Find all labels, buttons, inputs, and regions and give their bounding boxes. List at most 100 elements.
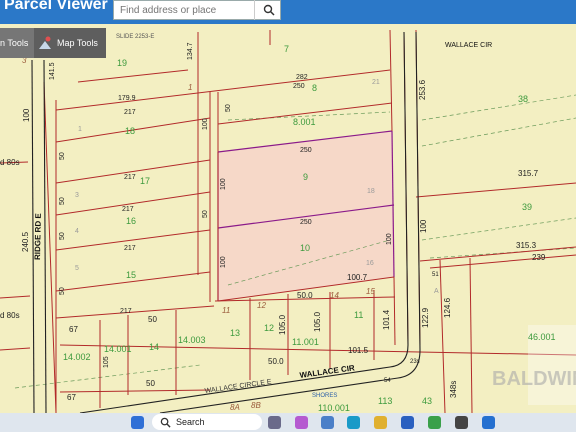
svg-text:50: 50 xyxy=(59,232,66,240)
lot-12: 12 xyxy=(257,301,266,310)
svg-text:217: 217 xyxy=(124,174,136,181)
parcel-15: 15 xyxy=(126,270,136,280)
shores-label: SHORES xyxy=(312,393,337,399)
svg-text:67: 67 xyxy=(67,393,76,402)
search-input[interactable] xyxy=(114,1,260,19)
parcel-7: 7 xyxy=(284,44,289,54)
svg-text:101.5: 101.5 xyxy=(348,346,369,355)
parcel-43: 43 xyxy=(422,396,432,406)
svg-text:141.5: 141.5 xyxy=(49,62,56,80)
parcel-14: 14 xyxy=(149,342,159,352)
windows-start-icon[interactable] xyxy=(131,416,144,429)
svg-text:d 80s: d 80s xyxy=(0,311,20,320)
lot-5: 5 xyxy=(75,265,79,272)
svg-text:253.6: 253.6 xyxy=(418,79,427,100)
svg-text:250: 250 xyxy=(293,83,305,90)
watermark-text: BALDWIN xyxy=(492,368,576,390)
lot-1b: 1 xyxy=(78,126,82,133)
map-toolbar: n Tools Map Tools xyxy=(0,28,106,58)
map-tools-button[interactable]: Map Tools xyxy=(34,28,106,58)
lot-14: 14 xyxy=(330,291,339,300)
svg-text:134.7: 134.7 xyxy=(187,42,194,60)
svg-text:50: 50 xyxy=(202,210,209,218)
svg-text:100.7: 100.7 xyxy=(347,273,368,282)
file-explorer-icon[interactable] xyxy=(374,416,387,429)
parcel-11: 11 xyxy=(354,310,363,320)
search-icon xyxy=(263,4,275,16)
svg-text:51: 51 xyxy=(432,272,439,278)
svg-text:100: 100 xyxy=(220,178,227,190)
lot-11: 11 xyxy=(222,306,230,315)
svg-text:100: 100 xyxy=(386,233,393,245)
parcel-16: 16 xyxy=(126,216,136,226)
svg-text:217: 217 xyxy=(124,245,136,252)
svg-text:100: 100 xyxy=(22,108,31,122)
app-icon-dark[interactable] xyxy=(455,416,468,429)
parcel-18: 18 xyxy=(125,126,135,136)
svg-text:50.0: 50.0 xyxy=(268,357,284,366)
taskbar-search-icon xyxy=(160,417,171,428)
taskbar-search[interactable]: Search xyxy=(152,414,262,430)
svg-text:101.4: 101.4 xyxy=(382,309,391,330)
svg-text:348s: 348s xyxy=(449,381,458,398)
parcel-9: 9 xyxy=(303,172,308,182)
svg-text:122.9: 122.9 xyxy=(421,307,430,328)
svg-text:250: 250 xyxy=(300,219,312,226)
svg-text:100: 100 xyxy=(202,118,209,130)
svg-text:100: 100 xyxy=(220,256,227,268)
parcel-10: 10 xyxy=(300,243,310,253)
road-label-wallace-top: WALLACE CIR xyxy=(445,42,492,49)
lot-15: 15 xyxy=(366,287,375,296)
tools-label: n Tools xyxy=(0,38,29,48)
parcel-8001: 8.001 xyxy=(293,117,316,127)
svg-text:23s: 23s xyxy=(410,359,420,365)
svg-text:105: 105 xyxy=(103,356,110,368)
edge-icon[interactable] xyxy=(347,416,360,429)
lot-8b: 8B xyxy=(251,401,261,410)
app-header: Parcel Viewer xyxy=(0,0,576,24)
lot-21: 21 xyxy=(372,79,380,86)
parcel-14001: 14.001 xyxy=(104,344,132,354)
app-title: Parcel Viewer xyxy=(4,0,108,13)
map-tools-icon xyxy=(39,36,51,49)
taskbar-search-label: Search xyxy=(176,417,205,427)
parcel-38: 38 xyxy=(518,94,528,104)
taskbar: Search xyxy=(0,413,576,432)
svg-text:d 80s: d 80s xyxy=(0,158,20,167)
parcel-13: 13 xyxy=(230,328,240,338)
svg-text:282: 282 xyxy=(296,74,308,81)
parcel-110001: 110.001 xyxy=(318,403,350,413)
lot-3: 3 xyxy=(75,192,79,199)
svg-text:105.0: 105.0 xyxy=(278,314,287,335)
parcel-17: 17 xyxy=(140,176,150,186)
svg-text:50: 50 xyxy=(59,287,66,295)
svg-text:217: 217 xyxy=(120,308,132,315)
app-icon-blue[interactable] xyxy=(321,416,334,429)
task-view-icon[interactable] xyxy=(268,416,281,429)
svg-text:100: 100 xyxy=(419,219,428,233)
svg-text:50: 50 xyxy=(59,152,66,160)
chrome-icon[interactable] xyxy=(428,416,441,429)
svg-text:50: 50 xyxy=(146,379,155,388)
copilot-icon[interactable] xyxy=(295,416,308,429)
search-button[interactable] xyxy=(254,0,282,20)
lot-8a: 8A xyxy=(230,403,240,412)
svg-text:217: 217 xyxy=(124,109,136,116)
parcel-39: 39 xyxy=(522,202,532,212)
svg-text:50: 50 xyxy=(225,104,232,112)
svg-text:67: 67 xyxy=(69,325,78,334)
outlook-icon[interactable] xyxy=(482,416,495,429)
svg-text:179.9: 179.9 xyxy=(118,95,136,102)
svg-text:50.0: 50.0 xyxy=(297,291,313,300)
svg-text:250: 250 xyxy=(300,147,312,154)
svg-text:50: 50 xyxy=(59,197,66,205)
parcel-19: 19 xyxy=(117,58,127,68)
svg-text:239: 239 xyxy=(532,253,546,262)
svg-text:124.6: 124.6 xyxy=(443,297,452,318)
parcel-map[interactable]: BALDWIN RIDGE RD E WALLACE CIR WALLACE C… xyxy=(0,24,576,413)
road-label-ridge: RIDGE RD E xyxy=(33,213,43,260)
parcel-11001: 11.001 xyxy=(292,337,319,347)
lot-a: A xyxy=(434,288,439,295)
tools-button[interactable]: n Tools xyxy=(0,28,34,58)
store-icon[interactable] xyxy=(401,416,414,429)
